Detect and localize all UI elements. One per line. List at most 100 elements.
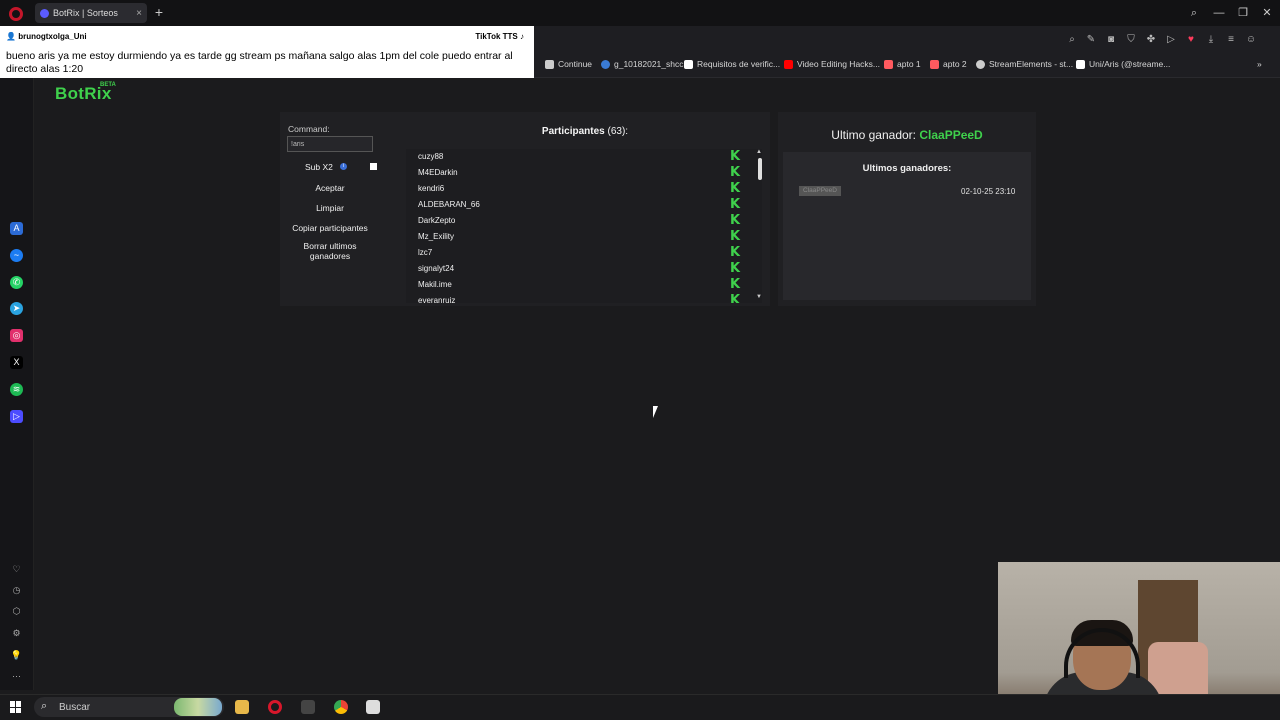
streamelements-icon	[976, 59, 985, 69]
tts-username: 👤 brunogtxolga_Uni	[6, 32, 87, 41]
scrollbar-thumb[interactable]	[758, 158, 762, 180]
download-icon[interactable]: ⤓	[1205, 34, 1217, 46]
bookmark-item[interactable]: g_10182021_shcc	[601, 59, 683, 69]
menu-icon[interactable]: ≡	[1225, 34, 1237, 46]
extension-icon[interactable]: ✤	[1145, 34, 1157, 46]
telegram-icon[interactable]: ➤	[10, 302, 23, 315]
delete-winners-button[interactable]: Borrar ultimos ganadores	[287, 241, 373, 261]
kick-icon: K	[730, 293, 741, 303]
app-taskbar-icon[interactable]	[301, 700, 315, 714]
camera-icon[interactable]: ◙	[1105, 34, 1117, 46]
tiktok-icon	[1076, 59, 1085, 69]
file-explorer-icon[interactable]	[235, 700, 249, 714]
last-winner-label: Ultimo ganador:	[831, 128, 916, 142]
participants-label: Participantes	[541, 126, 605, 137]
list-item[interactable]: DarkZepto K	[406, 213, 746, 229]
spotify-icon[interactable]: ≋	[10, 383, 23, 396]
edit-icon[interactable]: ✎	[1085, 34, 1097, 46]
participants-count: (63):	[607, 126, 629, 137]
list-item[interactable]: Mz_Exility K	[406, 229, 746, 245]
settings-gear-icon[interactable]: ⚙	[10, 627, 23, 640]
mouse-cursor-icon	[653, 406, 663, 418]
page-icon	[545, 59, 554, 69]
list-item[interactable]: ALDEBARAN_66 K	[406, 197, 746, 213]
history-icon[interactable]: ◷	[10, 584, 23, 597]
appstore-icon[interactable]: A	[10, 222, 23, 235]
kick-icon: K	[730, 165, 741, 180]
kick-icon: K	[730, 213, 741, 228]
list-item[interactable]: kendri6 K	[406, 181, 746, 197]
heart-icon[interactable]: ♥	[1185, 34, 1197, 46]
list-item[interactable]: lzc7 K	[406, 245, 746, 261]
list-item[interactable]: signalyt24 K	[406, 261, 746, 277]
youtube-icon	[784, 59, 793, 69]
profile-icon[interactable]: ☺	[1245, 34, 1257, 46]
new-tab-button[interactable]: +	[152, 4, 166, 20]
recent-winners-box	[783, 152, 1031, 300]
search-highlight-image	[174, 698, 222, 716]
bookmark-item[interactable]: Uni/Aris (@streame...	[1076, 59, 1170, 69]
copy-participants-button[interactable]: Copiar participantes	[287, 223, 373, 233]
bookmark-item[interactable]: Video Editing Hacks...	[784, 59, 880, 69]
messenger-icon[interactable]: ~	[10, 249, 23, 262]
restore-button[interactable]: ❐	[1233, 4, 1253, 22]
search-page-icon[interactable]: ⌕	[1066, 34, 1078, 46]
calendar-app-icon[interactable]	[366, 700, 380, 714]
list-item[interactable]: Makil.ime K	[406, 277, 746, 293]
instagram-icon[interactable]: ◎	[10, 329, 23, 342]
chrome-icon[interactable]	[334, 700, 348, 714]
cube-icon[interactable]: ⬡	[10, 605, 23, 618]
browser-search-icon[interactable]: ⌕	[1184, 4, 1204, 22]
player-icon[interactable]: ▷	[1165, 34, 1177, 46]
recent-winners-title: Ultimos ganadores:	[862, 163, 952, 174]
kick-icon: K	[730, 229, 741, 244]
bookmarks-overflow-icon[interactable]: »	[1257, 59, 1262, 69]
scroll-up-icon[interactable]: ▲	[756, 149, 762, 155]
airbnb-icon	[930, 59, 939, 69]
browser-tab[interactable]: BotRix | Sorteos ×	[35, 3, 147, 23]
player-sidebar-icon[interactable]: ▷	[10, 410, 23, 423]
shield-icon[interactable]: ⛉	[1125, 34, 1137, 46]
participants-title: Participantes (63):	[480, 126, 690, 137]
list-item[interactable]: cuzy88 K	[406, 149, 746, 165]
scroll-down-icon[interactable]: ▼	[756, 294, 762, 300]
link-icon	[601, 59, 610, 69]
bookmark-item[interactable]: apto 2	[930, 59, 967, 69]
sub-x2-checkbox[interactable]	[370, 163, 377, 170]
kick-icon: K	[730, 197, 741, 212]
windows-start-icon[interactable]	[10, 701, 22, 713]
command-input[interactable]	[287, 136, 373, 152]
tab-close-icon[interactable]: ×	[136, 8, 142, 19]
kick-icon: K	[730, 149, 741, 164]
minimize-button[interactable]: —	[1209, 4, 1229, 22]
taskbar-search-icon: ⌕	[41, 700, 48, 712]
kick-icon: K	[730, 261, 741, 276]
list-item[interactable]: M4EDarkin K	[406, 165, 746, 181]
last-winner: Ultimo ganador: ClaaPPeeD	[782, 128, 1032, 142]
bookmark-item[interactable]: Requisitos de verific...	[684, 59, 780, 69]
more-icon[interactable]: ⋯	[10, 670, 23, 683]
opera-taskbar-icon[interactable]	[268, 700, 282, 714]
sub-x2-label: Sub X2	[305, 162, 333, 172]
tts-brand: TikTok TTS ♪	[475, 32, 524, 41]
taskbar-search-placeholder: Buscar	[59, 702, 91, 713]
x-twitter-icon[interactable]: X	[10, 356, 23, 369]
accept-button[interactable]: Aceptar	[287, 183, 373, 193]
bookmark-item[interactable]: apto 1	[884, 59, 921, 69]
kick-icon: K	[730, 277, 741, 292]
close-window-button[interactable]: ✕	[1257, 4, 1277, 22]
whatsapp-icon[interactable]: ✆	[10, 276, 23, 289]
last-winner-name: ClaaPPeeD	[919, 128, 983, 142]
bookmark-item[interactable]: StreamElements - st...	[976, 59, 1073, 69]
tab-title: BotRix | Sorteos	[53, 8, 118, 18]
beta-badge: BETA	[100, 82, 116, 88]
heart-sidebar-icon[interactable]: ♡	[10, 563, 23, 576]
participants-list[interactable]: cuzy88 K M4EDarkin K kendri6 K ALDEBARAN_66…	[406, 149, 762, 303]
lightbulb-icon[interactable]: 💡	[10, 649, 23, 662]
browser-titlebar	[0, 0, 1280, 26]
opera-logo-icon[interactable]	[9, 7, 23, 21]
clear-button[interactable]: Limpiar	[287, 203, 373, 213]
bookmark-item[interactable]: Continue	[545, 59, 592, 69]
info-icon[interactable]: i	[340, 163, 347, 170]
list-item[interactable]: everanruiz K	[406, 293, 746, 303]
